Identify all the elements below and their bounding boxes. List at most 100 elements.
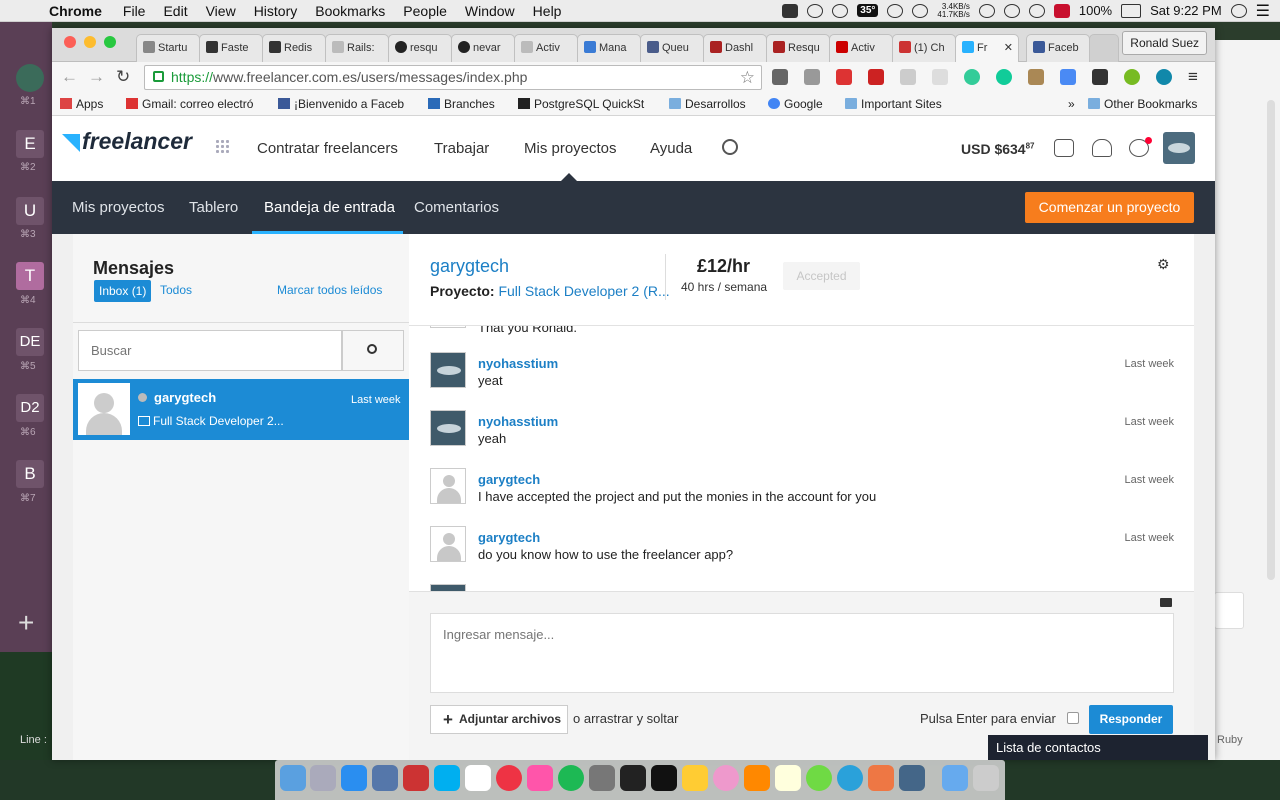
background-emoji-button[interactable] bbox=[1214, 592, 1244, 629]
account-balance[interactable]: USD $63487 bbox=[961, 141, 1035, 157]
menu-view[interactable]: View bbox=[197, 3, 245, 19]
message-sender[interactable]: nyohasstium bbox=[478, 414, 558, 429]
telegram-icon[interactable] bbox=[837, 765, 863, 791]
photos-icon[interactable] bbox=[713, 765, 739, 791]
notification-center-icon[interactable]: ☰ bbox=[1256, 1, 1270, 21]
extension-icon[interactable] bbox=[1028, 69, 1044, 85]
upwork-icon[interactable] bbox=[806, 765, 832, 791]
clock[interactable]: Sat 9:22 PM bbox=[1150, 3, 1222, 18]
tab[interactable]: Faceb bbox=[1026, 34, 1090, 62]
finder-icon[interactable] bbox=[280, 765, 306, 791]
bookmark-google[interactable]: Google bbox=[768, 97, 823, 111]
extension-icon[interactable] bbox=[932, 69, 948, 85]
message-search-input[interactable] bbox=[78, 330, 342, 371]
terminal-icon[interactable] bbox=[651, 765, 677, 791]
nav-trabajar[interactable]: Trabajar bbox=[434, 140, 489, 157]
project-link[interactable]: Full Stack Developer 2 (R... bbox=[498, 283, 669, 299]
bookmark-facebook[interactable]: ¡Bienvenido a Faceb bbox=[278, 97, 404, 111]
skype-icon[interactable] bbox=[434, 765, 460, 791]
subnav-bandeja[interactable]: Bandeja de entrada bbox=[264, 199, 395, 216]
profile-button[interactable]: Ronald Suez bbox=[1122, 31, 1207, 55]
tab[interactable]: Dashl bbox=[703, 34, 767, 62]
shield-icon[interactable] bbox=[900, 69, 916, 85]
gear-icon[interactable]: ⚙ bbox=[1157, 256, 1170, 273]
notes-icon[interactable] bbox=[775, 765, 801, 791]
system-preferences-icon[interactable] bbox=[589, 765, 615, 791]
apps-grid-icon[interactable] bbox=[215, 139, 229, 153]
start-project-button[interactable]: Comenzar un proyecto bbox=[1025, 192, 1194, 223]
menu-app-name[interactable]: Chrome bbox=[40, 3, 114, 19]
all-messages-tab[interactable]: Todos bbox=[160, 283, 192, 297]
attach-files-button[interactable]: Adjuntar archivos bbox=[430, 705, 568, 734]
cors-extension-icon[interactable] bbox=[836, 69, 852, 85]
workspace-item[interactable]: D2 bbox=[16, 394, 44, 422]
new-tab-button[interactable] bbox=[1089, 34, 1119, 62]
tray-icon-2[interactable] bbox=[832, 3, 849, 18]
extension-icon[interactable] bbox=[868, 69, 884, 85]
bookmarks-overflow-chevron[interactable]: » bbox=[1068, 97, 1075, 111]
menu-help[interactable]: Help bbox=[524, 3, 571, 19]
tab[interactable]: Startu bbox=[136, 34, 200, 62]
app-store-icon[interactable] bbox=[341, 765, 367, 791]
subnav-tablero[interactable]: Tablero bbox=[189, 199, 238, 216]
upwork-tray-icon[interactable] bbox=[782, 3, 799, 18]
messages-icon[interactable] bbox=[1054, 139, 1074, 157]
tray-icon[interactable] bbox=[807, 3, 824, 18]
tab[interactable]: Rails: bbox=[325, 34, 389, 62]
enter-to-send-checkbox[interactable] bbox=[1067, 712, 1079, 724]
back-icon[interactable]: ← bbox=[61, 67, 78, 87]
volume-icon[interactable] bbox=[1003, 3, 1020, 18]
message-avatar[interactable] bbox=[430, 526, 466, 562]
workspace-item[interactable]: U bbox=[16, 197, 44, 225]
tab[interactable]: Queu bbox=[640, 34, 704, 62]
app-icon[interactable] bbox=[372, 765, 398, 791]
translate-icon[interactable] bbox=[1060, 69, 1076, 85]
message-avatar[interactable] bbox=[430, 468, 466, 504]
workspace-logo-icon[interactable] bbox=[16, 64, 44, 92]
extension-icon[interactable] bbox=[996, 69, 1012, 85]
tab[interactable]: Activ bbox=[829, 34, 893, 62]
menu-history[interactable]: History bbox=[245, 3, 307, 19]
tab[interactable]: Faste bbox=[199, 34, 263, 62]
launchpad-icon[interactable] bbox=[310, 765, 336, 791]
search-icon[interactable] bbox=[722, 139, 738, 155]
search-button[interactable] bbox=[342, 330, 404, 371]
forward-icon[interactable]: → bbox=[88, 67, 105, 87]
extension-icon[interactable] bbox=[772, 69, 788, 85]
spotify-icon[interactable] bbox=[558, 765, 584, 791]
upload-tray-icon[interactable] bbox=[887, 3, 904, 18]
close-tab-icon[interactable]: ✕ bbox=[1004, 35, 1013, 61]
close-window-icon[interactable] bbox=[64, 36, 76, 48]
chat-bubble-icon[interactable] bbox=[1160, 598, 1172, 607]
reload-icon[interactable]: ↻ bbox=[116, 67, 130, 87]
tab[interactable]: Mana bbox=[577, 34, 641, 62]
activity-monitor-icon[interactable] bbox=[620, 765, 646, 791]
calendar-icon[interactable] bbox=[465, 765, 491, 791]
bookmark-folder-important[interactable]: Important Sites bbox=[845, 97, 942, 111]
evernote-icon[interactable] bbox=[964, 69, 980, 85]
bookmark-folder-desarrollos[interactable]: Desarrollos bbox=[669, 97, 746, 111]
menu-window[interactable]: Window bbox=[456, 3, 524, 19]
bookmark-star-icon[interactable]: ☆ bbox=[740, 66, 755, 89]
spotlight-search-icon[interactable] bbox=[1230, 3, 1247, 18]
zoom-window-icon[interactable] bbox=[104, 36, 116, 48]
tab[interactable]: resqu bbox=[388, 34, 452, 62]
flag-icon[interactable] bbox=[1053, 3, 1070, 18]
thread-item-selected[interactable]: garygtech Last week Full Stack Developer… bbox=[73, 379, 409, 440]
battery-percent[interactable]: 100% bbox=[1079, 3, 1112, 18]
inbox-tab[interactable]: Inbox (1) bbox=[94, 280, 152, 302]
bookmark-gmail[interactable]: Gmail: correo electró bbox=[126, 97, 253, 111]
downloads-folder-icon[interactable] bbox=[942, 765, 968, 791]
notifications-bell-icon[interactable] bbox=[1092, 139, 1112, 157]
add-workspace-icon[interactable]: + bbox=[18, 607, 34, 639]
bookmark-folder-other[interactable]: Other Bookmarks bbox=[1088, 97, 1197, 111]
bookmark-postgres[interactable]: PostgreSQL QuickSt bbox=[518, 97, 644, 111]
wifi-icon[interactable] bbox=[1028, 3, 1045, 18]
nav-ayuda[interactable]: Ayuda bbox=[650, 140, 692, 157]
workspace-item[interactable]: T bbox=[16, 262, 44, 290]
bookmark-branches[interactable]: Branches bbox=[428, 97, 495, 111]
chrome-icon[interactable] bbox=[496, 765, 522, 791]
nav-mis-proyectos[interactable]: Mis proyectos bbox=[524, 140, 617, 157]
message-avatar[interactable] bbox=[430, 352, 466, 388]
tab[interactable]: Activ bbox=[514, 34, 578, 62]
